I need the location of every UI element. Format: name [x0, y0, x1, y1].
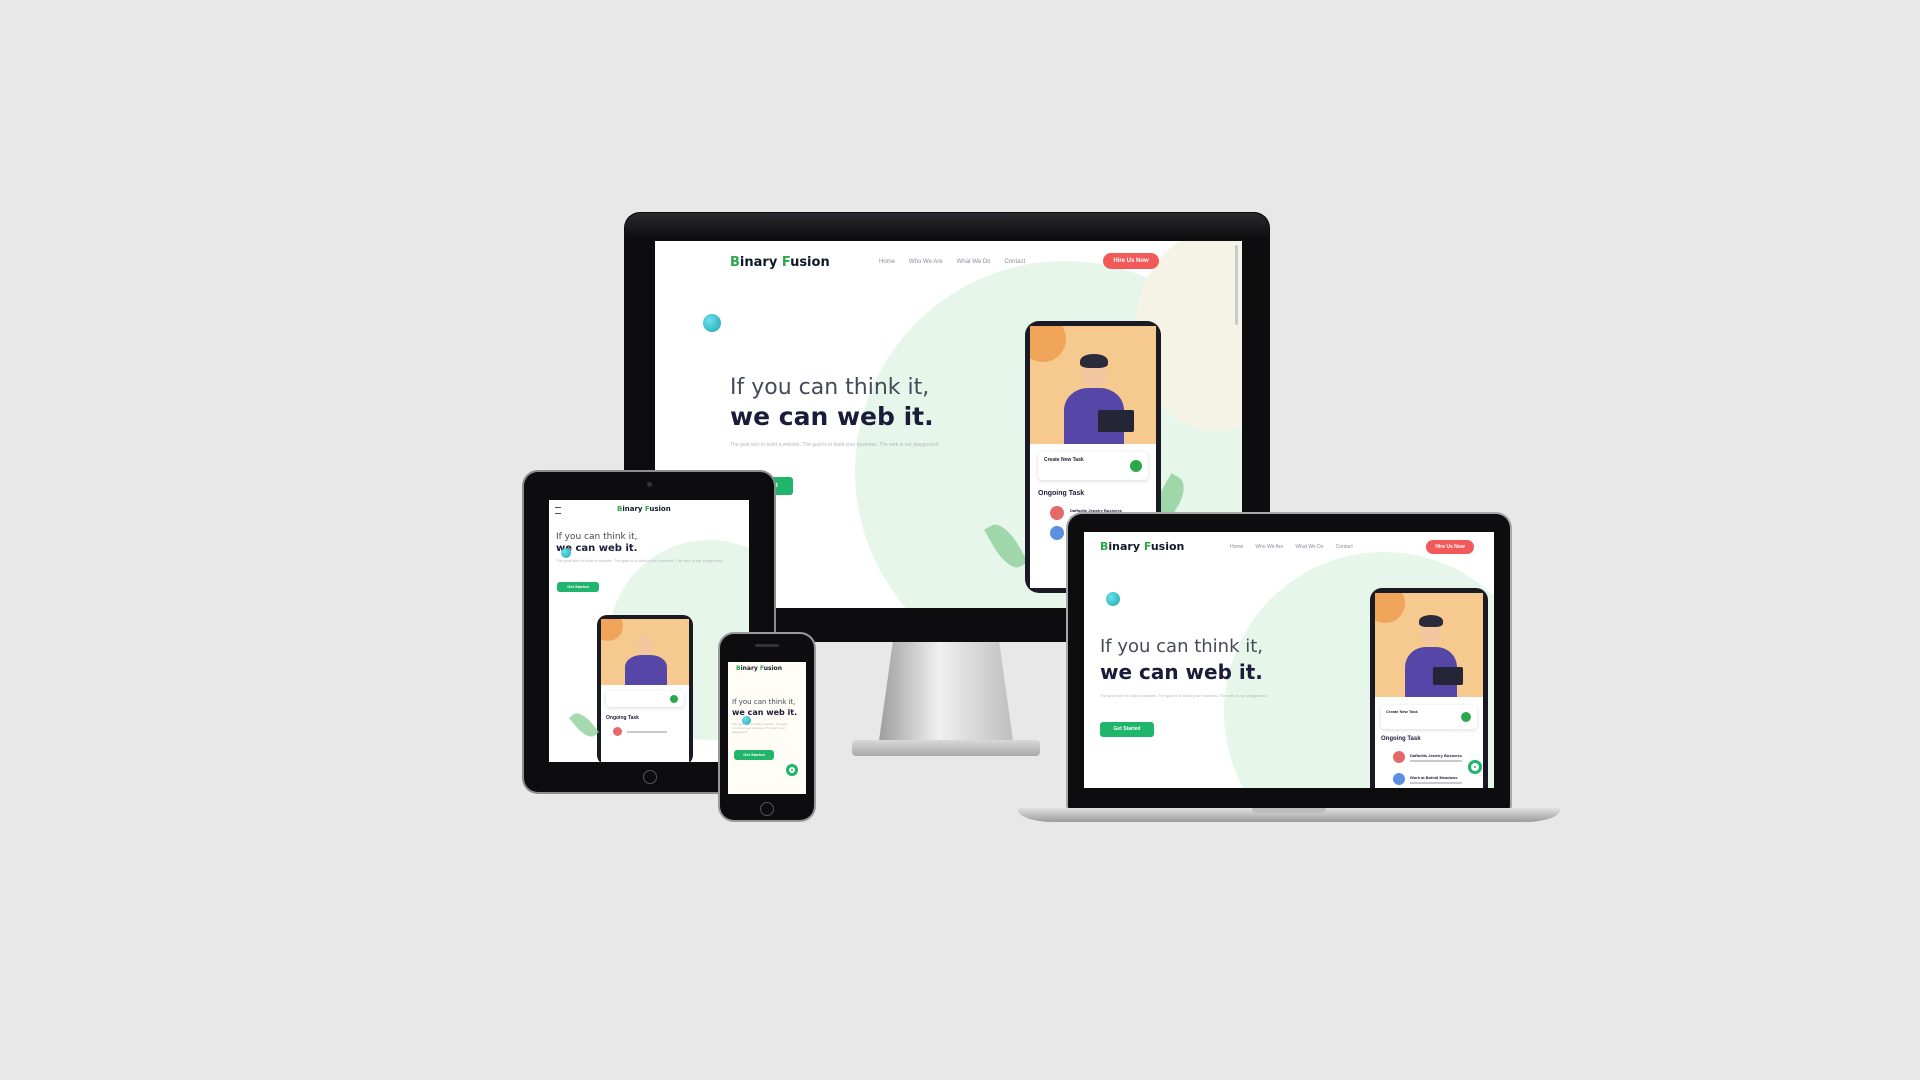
smartphone: Binary Fusion If you can think it, we ca…	[720, 634, 814, 820]
laptop-mockup-task-row-2: Work at Bofold Meadows	[1410, 775, 1458, 780]
tablet-site-logo[interactable]: Binary Fusion	[617, 505, 671, 513]
phone-site-logo[interactable]: Binary Fusion	[736, 665, 782, 672]
nav-what-we-do[interactable]: What We Do	[957, 259, 991, 265]
phone-tagline: The goal isn't to build a website. The g…	[732, 722, 788, 734]
phone-website: Binary Fusion If you can think it, we ca…	[728, 662, 806, 794]
mockup-card-title: Create New Task	[1044, 457, 1084, 463]
nav-home[interactable]: Home	[879, 259, 895, 265]
nav-who-we-are[interactable]: Who We Are	[909, 259, 943, 265]
laptop-chat-icon[interactable]	[1468, 760, 1482, 774]
hire-us-button[interactable]: Hire Us Now	[1103, 253, 1159, 269]
scrollbar[interactable]	[1235, 245, 1238, 325]
phone-get-started-button[interactable]: Get Started	[734, 750, 774, 760]
phone-headline-line2: we can web it.	[732, 708, 798, 717]
decor-dot	[703, 314, 721, 332]
laptop-site-logo[interactable]: Binary Fusion	[1100, 540, 1184, 553]
monitor-stand	[878, 642, 1014, 742]
mockup-task-heading: Ongoing Task	[1038, 490, 1085, 497]
phone-headline-line1: If you can think it,	[732, 698, 796, 706]
laptop-mockup-card-title: Create New Task	[1386, 709, 1418, 714]
tablet-get-started-button[interactable]: Get Started	[557, 582, 599, 592]
tablet-phone-mockup: Ongoing Task	[597, 615, 693, 762]
tablet-mockup-task-heading: Ongoing Task	[606, 715, 639, 721]
laptop-website: Binary Fusion Home Who We Are What We Do…	[1084, 532, 1494, 788]
laptop-mockup-task-heading: Ongoing Task	[1381, 736, 1421, 742]
laptop-nav: Home Who We Are What We Do Contact	[1230, 544, 1353, 550]
site-logo[interactable]: Binary Fusion	[730, 255, 830, 270]
laptop-nav-who-we-are[interactable]: Who We Are	[1255, 544, 1283, 550]
laptop-phone-mockup: Create New Task Ongoing Task Daffodils J…	[1370, 588, 1488, 788]
chat-icon[interactable]	[786, 764, 798, 776]
home-button[interactable]	[643, 770, 657, 784]
laptop-nav-home[interactable]: Home	[1230, 544, 1243, 550]
tablet-headline-line1: If you can think it,	[556, 532, 638, 542]
laptop: Binary Fusion Home Who We Are What We Do…	[1068, 514, 1510, 810]
laptop-tagline: The goal isn't to build a website. The g…	[1100, 693, 1268, 698]
menu-icon[interactable]	[555, 507, 561, 514]
tablet-website: Binary Fusion If you can think it, we ca…	[549, 500, 749, 762]
laptop-nav-what-we-do[interactable]: What We Do	[1295, 544, 1323, 550]
hero-headline-line2: we can web it.	[730, 402, 934, 431]
laptop-headline-line1: If you can think it,	[1100, 636, 1264, 657]
laptop-nav-contact[interactable]: Contact	[1336, 544, 1353, 550]
laptop-get-started-button[interactable]: Get Started	[1100, 722, 1154, 737]
hero-headline-line1: If you can think it,	[730, 375, 930, 400]
tablet-tagline: The goal isn't to build a website. The g…	[556, 558, 724, 563]
phone-home-button[interactable]	[760, 802, 774, 816]
laptop-hire-us-button[interactable]: Hire Us Now	[1426, 540, 1474, 554]
mockup-task-row-1: Daffodils Jewelry Business	[1070, 508, 1122, 513]
laptop-mockup-task-row-1: Daffodils Jewelry Business	[1410, 753, 1462, 758]
site-nav: Home Who We Are What We Do Contact	[879, 259, 1025, 265]
hero-tagline: The goal isn't to build a website. The g…	[730, 442, 940, 448]
laptop-headline-line2: we can web it.	[1100, 660, 1263, 684]
nav-contact[interactable]: Contact	[1005, 259, 1026, 265]
